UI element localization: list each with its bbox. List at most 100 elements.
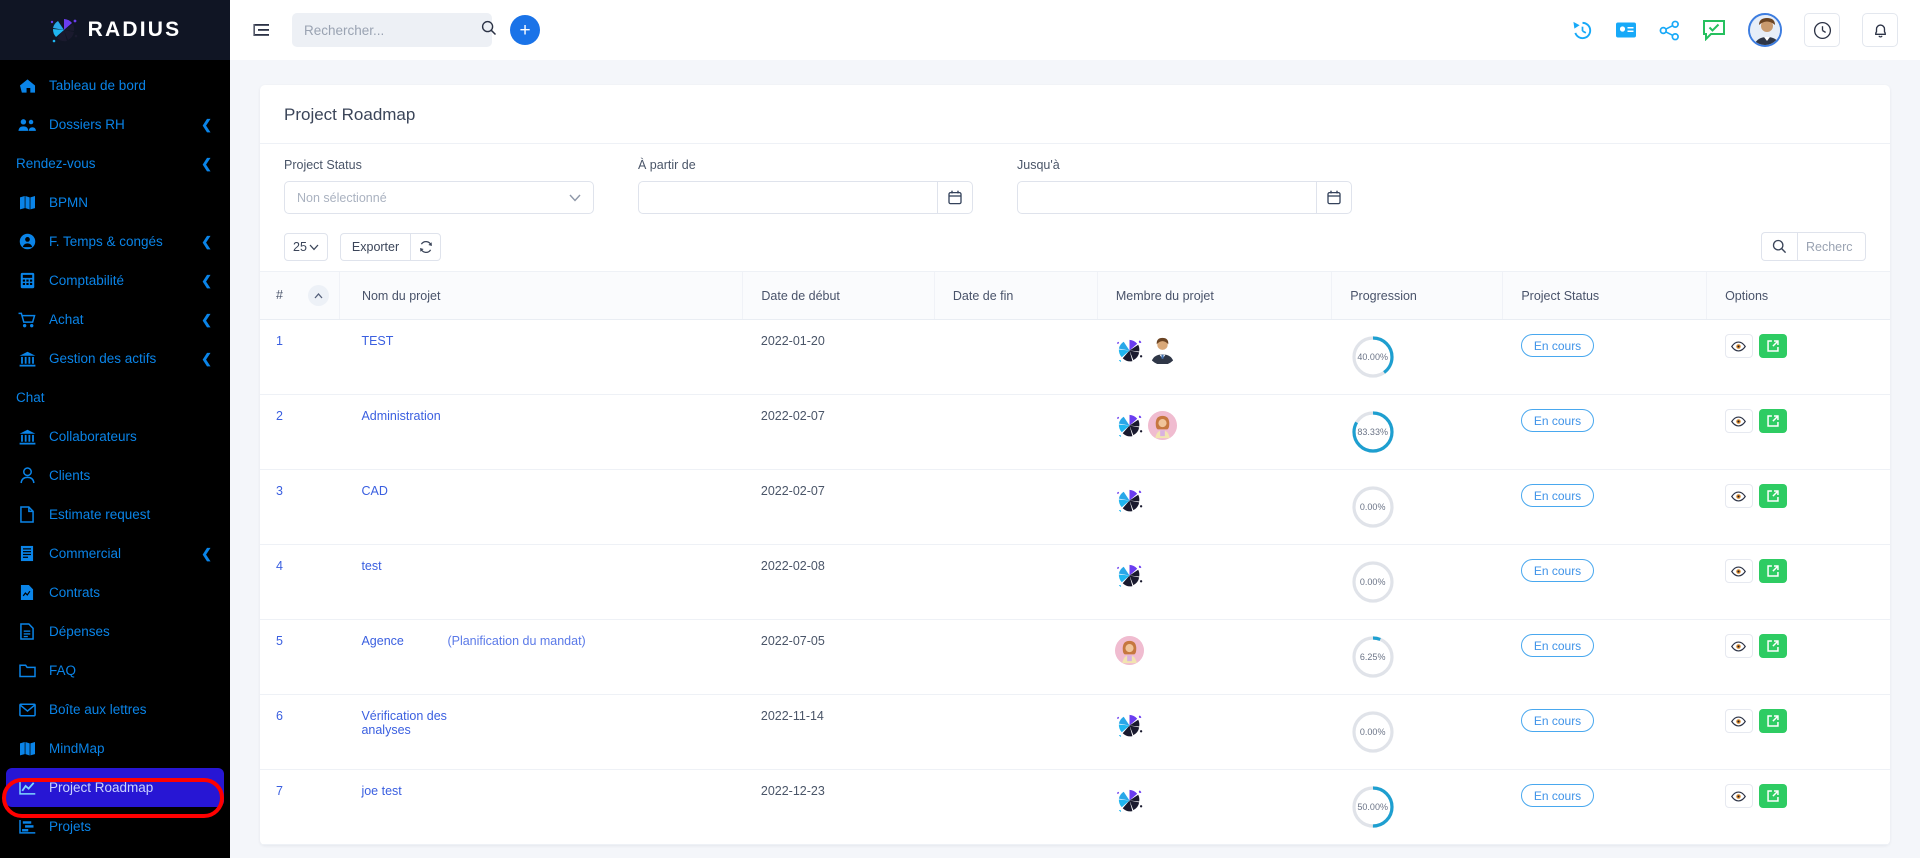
search-icon[interactable] xyxy=(481,20,497,41)
member-avatar-logo[interactable] xyxy=(1115,411,1144,440)
member-avatar-logo[interactable] xyxy=(1115,561,1144,590)
project-name-link[interactable]: Vérification des analyses xyxy=(361,709,447,737)
table-search-input[interactable] xyxy=(1797,232,1866,261)
col-end-date[interactable]: Date de fin xyxy=(933,271,1098,320)
sidebar-item-project-roadmap[interactable]: Project Roadmap xyxy=(6,768,224,807)
status-badge[interactable]: En cours xyxy=(1520,709,1595,732)
open-external-icon[interactable] xyxy=(1758,409,1787,433)
table-row[interactable]: 4 test 2022-02-08 0.00% En cours xyxy=(260,544,1890,620)
chevron-left-icon[interactable]: ❮ xyxy=(201,312,212,328)
status-badge[interactable]: En cours xyxy=(1520,409,1595,432)
view-icon[interactable] xyxy=(1724,334,1753,358)
member-avatar-logo[interactable] xyxy=(1115,336,1144,365)
row-index-link[interactable]: 6 xyxy=(276,709,283,723)
project-name-link[interactable]: joe test xyxy=(361,784,447,798)
sidebar-item-comptabilit[interactable]: Comptabilité ❮ xyxy=(0,261,230,300)
view-icon[interactable] xyxy=(1724,559,1753,583)
date-from-input[interactable] xyxy=(638,181,937,214)
col-start-date[interactable]: Date de début xyxy=(742,271,935,320)
status-badge[interactable]: En cours xyxy=(1520,559,1595,582)
calendar-icon[interactable] xyxy=(937,181,973,214)
status-badge[interactable]: En cours xyxy=(1520,484,1595,507)
sidebar-item-clients[interactable]: Clients xyxy=(0,456,230,495)
open-external-icon[interactable] xyxy=(1758,484,1787,508)
user-avatar[interactable] xyxy=(1748,13,1782,47)
history-icon[interactable] xyxy=(1572,20,1593,41)
status-badge[interactable]: En cours xyxy=(1520,334,1595,357)
chat-check-icon[interactable] xyxy=(1702,19,1726,41)
sidebar-item-f-temps-cong-s[interactable]: F. Temps & congés ❮ xyxy=(0,222,230,261)
table-row[interactable]: 6 Vérification des analyses 2022-11-14 0.00… xyxy=(260,694,1890,770)
row-index-link[interactable]: 4 xyxy=(276,559,283,573)
sidebar-item-tableau-de-bord[interactable]: Tableau de bord xyxy=(0,66,230,105)
sidebar-item-chat[interactable]: Chat xyxy=(0,378,230,417)
project-name-link[interactable]: Agence xyxy=(361,634,447,648)
project-name-link[interactable]: test xyxy=(361,559,447,573)
view-icon[interactable] xyxy=(1724,484,1753,508)
clock-icon[interactable] xyxy=(1804,13,1840,47)
sidebar-item-dossiers-rh[interactable]: Dossiers RH ❮ xyxy=(0,105,230,144)
project-status-select[interactable]: Non sélectionné xyxy=(284,181,594,214)
table-search-icon[interactable] xyxy=(1761,232,1797,261)
brand-logo[interactable]: RADIUS xyxy=(0,0,230,60)
project-name-link[interactable]: TEST xyxy=(361,334,447,348)
view-icon[interactable] xyxy=(1724,784,1753,808)
view-icon[interactable] xyxy=(1724,709,1753,733)
row-index-link[interactable]: 7 xyxy=(276,784,283,798)
view-icon[interactable] xyxy=(1724,634,1753,658)
table-row[interactable]: 3 CAD 2022-02-07 0.00% En cours xyxy=(260,469,1890,545)
page-length-select[interactable]: 25 xyxy=(284,232,328,261)
col-project-status[interactable]: Project Status xyxy=(1502,271,1707,320)
status-badge[interactable]: En cours xyxy=(1520,634,1595,657)
chevron-left-icon[interactable]: ❮ xyxy=(201,117,212,133)
chevron-left-icon[interactable]: ❮ xyxy=(201,156,212,172)
member-avatar-logo[interactable] xyxy=(1115,486,1144,515)
calendar-icon[interactable] xyxy=(1316,181,1352,214)
add-button[interactable]: + xyxy=(510,15,540,45)
share-icon[interactable] xyxy=(1659,20,1680,41)
sort-asc-icon[interactable] xyxy=(308,285,330,306)
member-avatar-man[interactable] xyxy=(1148,336,1177,365)
member-avatar-logo[interactable] xyxy=(1115,786,1144,815)
sidebar-item-projets[interactable]: Projets xyxy=(0,807,230,846)
open-external-icon[interactable] xyxy=(1758,784,1787,808)
sidebar-item-mindmap[interactable]: MindMap xyxy=(0,729,230,768)
project-name-link[interactable]: Administration xyxy=(361,409,447,423)
row-index-link[interactable]: 3 xyxy=(276,484,283,498)
sidebar-item-bo-te-aux-lettres[interactable]: Boîte aux lettres xyxy=(0,690,230,729)
export-button[interactable]: Exporter xyxy=(339,232,411,261)
table-row[interactable]: 1 TEST 2022-01-20 40.00% En cours xyxy=(260,319,1890,395)
global-search[interactable] xyxy=(292,13,497,47)
member-avatar-woman[interactable] xyxy=(1115,636,1145,665)
open-external-icon[interactable] xyxy=(1758,334,1787,358)
sidebar-item-commercial[interactable]: Commercial ❮ xyxy=(0,534,230,573)
refresh-icon[interactable] xyxy=(410,232,442,261)
view-icon[interactable] xyxy=(1724,409,1753,433)
sidebar-item-gestion-des-actifs[interactable]: Gestion des actifs ❮ xyxy=(0,339,230,378)
col-project-member[interactable]: Membre du projet xyxy=(1096,271,1332,320)
sidebar-item-faq[interactable]: FAQ xyxy=(0,651,230,690)
sidebar-item-rendez-vous[interactable]: Rendez-vous ❮ xyxy=(0,144,230,183)
menu-toggle-icon[interactable] xyxy=(248,16,276,44)
id-card-icon[interactable] xyxy=(1615,21,1637,39)
project-name-link[interactable]: CAD xyxy=(361,484,447,498)
bell-icon[interactable] xyxy=(1862,13,1898,47)
chevron-left-icon[interactable]: ❮ xyxy=(201,273,212,289)
sidebar-item-contrats[interactable]: Contrats xyxy=(0,573,230,612)
sidebar-item-achat[interactable]: Achat ❮ xyxy=(0,300,230,339)
row-index-link[interactable]: 5 xyxy=(276,634,283,648)
chevron-left-icon[interactable]: ❮ xyxy=(201,234,212,250)
search-input[interactable] xyxy=(304,22,481,38)
open-external-icon[interactable] xyxy=(1758,709,1787,733)
col-progress[interactable]: Progression xyxy=(1331,271,1503,320)
open-external-icon[interactable] xyxy=(1758,559,1787,583)
row-index-link[interactable]: 1 xyxy=(276,334,283,348)
sidebar-item-d-penses[interactable]: Dépenses xyxy=(0,612,230,651)
chevron-left-icon[interactable]: ❮ xyxy=(201,546,212,562)
date-to-input[interactable] xyxy=(1017,181,1316,214)
member-avatar-woman[interactable] xyxy=(1148,411,1178,440)
row-index-link[interactable]: 2 xyxy=(276,409,283,423)
sidebar-item-bpmn[interactable]: BPMN xyxy=(0,183,230,222)
table-row[interactable]: 2 Administration 2022-02-07 83.33% En cours xyxy=(260,394,1890,470)
table-row[interactable]: 7 joe test 2022-12-23 50.00% En cours xyxy=(260,769,1890,845)
